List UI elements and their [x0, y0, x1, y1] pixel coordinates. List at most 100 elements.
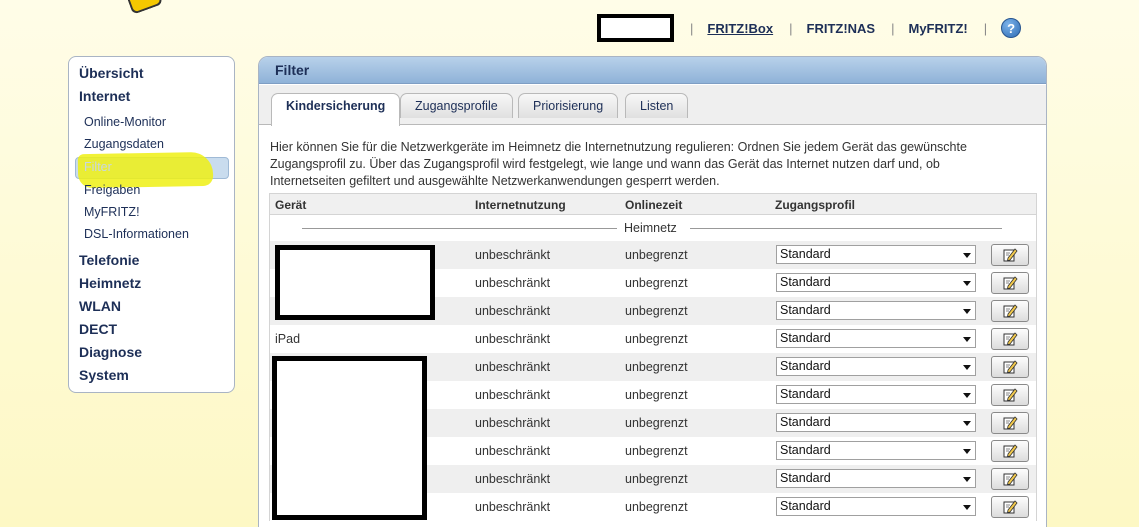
chevron-down-icon [963, 393, 971, 398]
chevron-down-icon [963, 421, 971, 426]
edit-button[interactable] [991, 384, 1029, 406]
edit-icon [1003, 360, 1018, 374]
tab-kindersicherung[interactable]: Kindersicherung [271, 93, 401, 126]
profile-select[interactable]: Standard [776, 301, 976, 320]
nav-link-fritznas[interactable]: FRITZ!NAS [807, 21, 876, 36]
internet-usage: unbeschränkt [475, 500, 551, 514]
profile-select[interactable]: Standard [776, 441, 976, 460]
tab-listen[interactable]: Listen [625, 93, 689, 118]
column-header-onlinezeit: Onlinezeit [625, 198, 683, 212]
online-time: unbegrenzt [625, 472, 688, 486]
internet-usage: unbeschränkt [475, 472, 551, 486]
online-time: unbegrenzt [625, 388, 688, 402]
sidebar-item-internet[interactable]: Internet [79, 88, 130, 104]
sidebar-item-heimnetz[interactable]: Heimnetz [79, 275, 141, 291]
sidebar-subitem-filter[interactable]: Filter [84, 160, 112, 174]
profile-select-value: Standard [780, 387, 831, 401]
sidebar-item-diagnose[interactable]: Diagnose [79, 344, 142, 360]
sidebar-item-uebersicht[interactable]: Übersicht [79, 65, 144, 81]
profile-select[interactable]: Standard [776, 245, 976, 264]
logo [124, 0, 164, 15]
profile-select-value: Standard [780, 443, 831, 457]
profile-select-value: Standard [780, 303, 831, 317]
profile-select[interactable]: Standard [776, 385, 976, 404]
separator: | [983, 20, 988, 36]
edit-button[interactable] [991, 300, 1029, 322]
tab-zugangsprofile[interactable]: Zugangsprofile [400, 93, 513, 118]
top-navigation: | FRITZ!Box | FRITZ!NAS | MyFRITZ! | ? [597, 14, 1022, 42]
separator: | [789, 20, 793, 36]
sidebar-item-dect[interactable]: DECT [79, 321, 117, 337]
nav-link-myfritz[interactable]: MyFRITZ! [909, 21, 968, 36]
profile-select[interactable]: Standard [776, 273, 976, 292]
profile-select-value: Standard [780, 471, 831, 485]
profile-select-value: Standard [780, 331, 831, 345]
online-time: unbegrenzt [625, 500, 688, 514]
sidebar-subitem-freigaben[interactable]: Freigaben [84, 183, 140, 197]
redacted-box [275, 245, 435, 320]
profile-select-value: Standard [780, 415, 831, 429]
edit-button[interactable] [991, 328, 1029, 350]
internet-usage: unbeschränkt [475, 360, 551, 374]
online-time: unbegrenzt [625, 248, 688, 262]
profile-select[interactable]: Standard [776, 413, 976, 432]
column-header-internetnutzung: Internetnutzung [475, 198, 566, 212]
table-row: iPad unbeschränkt unbegrenzt Standard [269, 325, 1037, 353]
sidebar-subitem-online-monitor[interactable]: Online-Monitor [84, 115, 166, 129]
sidebar-subitem-dsl-informationen[interactable]: DSL-Informationen [84, 227, 189, 241]
internet-usage: unbeschränkt [475, 304, 551, 318]
edit-icon [1003, 388, 1018, 402]
tab-bar: Kindersicherung Zugangsprofile Priorisie… [259, 85, 1046, 126]
profile-select-value: Standard [780, 359, 831, 373]
sidebar-item-wlan[interactable]: WLAN [79, 298, 121, 314]
profile-select[interactable]: Standard [776, 357, 976, 376]
edit-button[interactable] [991, 496, 1029, 518]
internet-usage: unbeschränkt [475, 248, 551, 262]
divider [302, 228, 617, 229]
chevron-down-icon [963, 253, 971, 258]
online-time: unbegrenzt [625, 276, 688, 290]
profile-select[interactable]: Standard [776, 497, 976, 516]
sidebar-subitem-myfritz[interactable]: MyFRITZ! [84, 205, 140, 219]
edit-button[interactable] [991, 356, 1029, 378]
nav-link-fritzbox[interactable]: FRITZ!Box [707, 21, 773, 36]
sidebar-item-telefonie[interactable]: Telefonie [79, 252, 139, 268]
chevron-down-icon [963, 309, 971, 314]
profile-select[interactable]: Standard [776, 469, 976, 488]
filter-panel: Filter Kindersicherung Zugangsprofile Pr… [258, 56, 1047, 527]
profile-select-value: Standard [780, 499, 831, 513]
chevron-down-icon [963, 337, 971, 342]
redacted-box [272, 356, 427, 520]
chevron-down-icon [963, 505, 971, 510]
edit-icon [1003, 416, 1018, 430]
online-time: unbegrenzt [625, 304, 688, 318]
internet-usage: unbeschränkt [475, 388, 551, 402]
internet-usage: unbeschränkt [475, 276, 551, 290]
panel-title: Filter [259, 57, 1046, 84]
description-text: Hier können Sie für die Netzwerkgeräte i… [270, 140, 967, 188]
sidebar-item-system[interactable]: System [79, 367, 129, 383]
chevron-down-icon [963, 477, 971, 482]
column-header-geraet: Gerät [275, 198, 307, 212]
edit-button[interactable] [991, 412, 1029, 434]
edit-button[interactable] [991, 244, 1029, 266]
internet-usage: unbeschränkt [475, 444, 551, 458]
help-icon[interactable]: ? [1001, 18, 1022, 38]
device-name: iPad [275, 332, 301, 346]
chevron-down-icon [963, 365, 971, 370]
edit-button[interactable] [991, 468, 1029, 490]
edit-button[interactable] [991, 272, 1029, 294]
online-time: unbegrenzt [625, 332, 688, 346]
sidebar-subitem-zugangsdaten[interactable]: Zugangsdaten [84, 137, 164, 151]
online-time: unbegrenzt [625, 360, 688, 374]
profile-select-value: Standard [780, 275, 831, 289]
online-time: unbegrenzt [625, 444, 688, 458]
redacted-box [597, 14, 674, 42]
group-label: Heimnetz [624, 221, 677, 235]
edit-button[interactable] [991, 440, 1029, 462]
internet-usage: unbeschränkt [475, 332, 551, 346]
separator: | [891, 20, 895, 36]
chevron-down-icon [963, 281, 971, 286]
profile-select[interactable]: Standard [776, 329, 976, 348]
tab-priorisierung[interactable]: Priorisierung [518, 93, 619, 118]
